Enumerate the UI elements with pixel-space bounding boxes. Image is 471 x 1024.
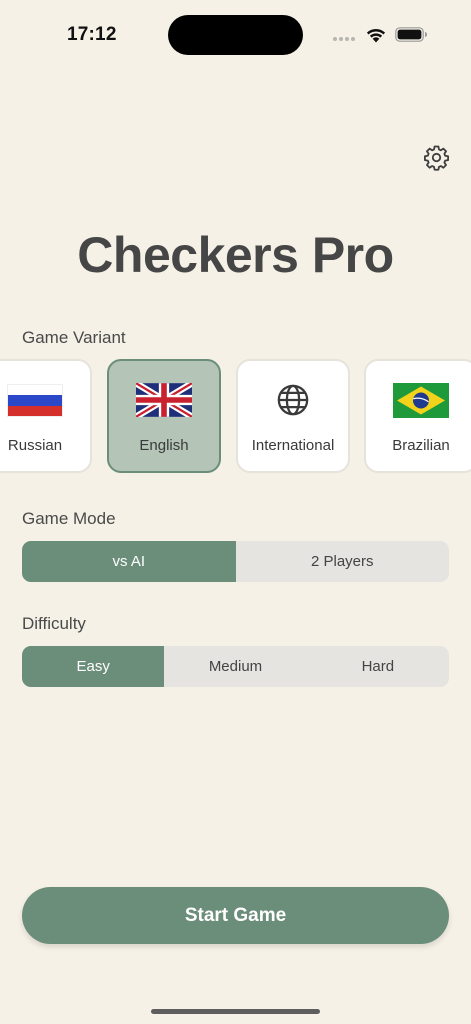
game-variant-label: Game Variant: [22, 328, 126, 347]
difficulty-easy[interactable]: Easy: [22, 646, 165, 687]
variant-label-brazilian: Brazilian: [392, 437, 450, 454]
start-game-button[interactable]: Start Game: [22, 887, 449, 944]
variant-card-russian[interactable]: Russian: [0, 359, 92, 473]
settings-button[interactable]: [422, 143, 450, 171]
dynamic-island: [168, 15, 303, 55]
game-mode-label: Game Mode: [22, 509, 116, 528]
game-mode-selector[interactable]: vs AI 2 Players: [22, 541, 449, 582]
variant-label-russian: Russian: [7, 437, 63, 454]
app-title: Checkers Pro: [77, 227, 394, 283]
cellular-signal-icon: [333, 37, 355, 41]
gear-icon: [423, 145, 449, 171]
variant-card-english[interactable]: English: [107, 359, 221, 473]
variant-label-english: English: [139, 437, 189, 454]
battery-icon: [395, 27, 428, 47]
difficulty-selector[interactable]: Easy Medium Hard: [22, 646, 449, 687]
variant-label-international: International: [251, 437, 335, 454]
uk-flag-icon: [136, 382, 192, 418]
home-indicator[interactable]: [151, 1009, 320, 1014]
game-mode-2-players[interactable]: 2 Players: [236, 541, 450, 582]
status-time: 17:12: [67, 24, 117, 45]
wifi-icon: [365, 26, 387, 48]
variant-card-brazilian[interactable]: Brazilian: [364, 359, 471, 473]
brazil-flag-icon: [393, 382, 449, 418]
difficulty-label: Difficulty: [22, 614, 86, 633]
variant-carousel[interactable]: Russian English International Brazilian: [0, 359, 471, 477]
globe-icon: [265, 382, 321, 418]
game-mode-vs-ai[interactable]: vs AI: [22, 541, 236, 582]
difficulty-medium[interactable]: Medium: [164, 646, 306, 687]
difficulty-hard[interactable]: Hard: [307, 646, 449, 687]
russia-flag-icon: [7, 382, 63, 418]
variant-card-international[interactable]: International: [236, 359, 350, 473]
